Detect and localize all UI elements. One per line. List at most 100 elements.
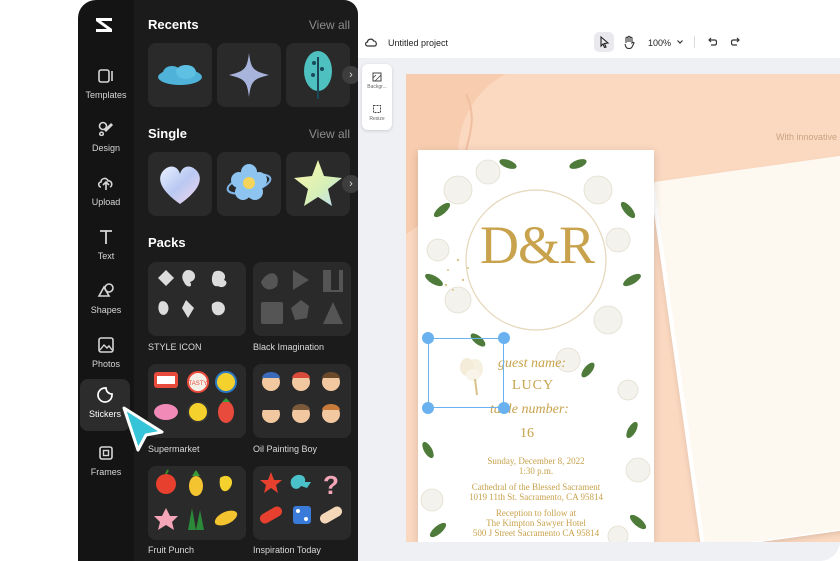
- divider: [694, 36, 695, 48]
- tagline-text: With innovative: [776, 132, 838, 142]
- text-icon: [100, 230, 112, 244]
- rail-label: Stickers: [88, 409, 121, 419]
- rail-label: Photos: [91, 359, 121, 369]
- stickers-icon: [97, 387, 113, 403]
- pack-label: Black Imagination: [253, 342, 325, 352]
- resize-handle[interactable]: [422, 332, 434, 344]
- invitation-reception: Reception to follow at: [495, 508, 577, 518]
- design-canvas[interactable]: With innovative WE SE C: [406, 74, 840, 542]
- sticker-tile[interactable]: [286, 152, 350, 216]
- svg-text:TASTY: TASTY: [189, 381, 208, 387]
- frames-icon: [99, 446, 113, 460]
- pack-label: Oil Painting Boy: [253, 444, 318, 454]
- tree-sticker-icon: [304, 51, 332, 99]
- pack-label: Fruit Punch: [148, 545, 195, 555]
- resize-icon: [373, 105, 381, 113]
- project-title[interactable]: Untitled project: [388, 38, 448, 48]
- invitation-date: Sunday, December 8, 2022: [487, 456, 585, 466]
- single-next-button[interactable]: ›: [342, 175, 358, 193]
- resize-handle[interactable]: [498, 332, 510, 344]
- rail-label: Templates: [85, 90, 127, 100]
- top-bar: Untitled project 100%: [358, 28, 840, 58]
- invitation-hotel-address: 500 J Street Sacramento CA 95814: [472, 528, 600, 538]
- sticker-tile[interactable]: [148, 152, 212, 216]
- rail-item-photos[interactable]: Photos: [78, 329, 134, 379]
- mouse-cursor-icon: [122, 406, 164, 452]
- sticker-tile[interactable]: [148, 43, 212, 107]
- resize-tool-button[interactable]: Resize: [362, 104, 392, 122]
- recents-next-button[interactable]: ›: [342, 66, 358, 84]
- undo-icon[interactable]: [706, 36, 718, 48]
- upload-icon: [97, 177, 113, 190]
- sticker-tile[interactable]: [217, 43, 281, 107]
- pack-oil-painting-boy[interactable]: [253, 364, 351, 438]
- rail-label: Design: [91, 143, 120, 153]
- rail-label: Upload: [91, 197, 121, 207]
- inspiration-today-pack-icon: ?: [259, 470, 343, 524]
- single-view-all-link[interactable]: View all: [309, 127, 350, 141]
- sticker-tile[interactable]: [217, 152, 281, 216]
- fruit-punch-pack-icon: [154, 469, 238, 530]
- black-imagination-pack-icon: [261, 270, 343, 324]
- style-icon-pack-icon: [158, 270, 227, 318]
- star-sticker-icon: [294, 160, 342, 206]
- rail-item-design[interactable]: Design: [78, 113, 134, 163]
- resize-tool-label: Resize: [369, 116, 385, 122]
- pack-style-icon[interactable]: [148, 262, 246, 336]
- pack-black-imagination[interactable]: [253, 262, 351, 336]
- rail-item-upload[interactable]: Upload: [78, 167, 134, 217]
- shapes-icon: [97, 283, 114, 297]
- redo-icon[interactable]: [730, 36, 742, 48]
- rail-item-shapes[interactable]: Shapes: [78, 275, 134, 325]
- canvas-side-tools: Backgr... Resize: [362, 64, 392, 130]
- invitation-address: 1019 11th St. Sacramento, CA 95814: [469, 492, 603, 502]
- flower-sticker-icon: [226, 164, 272, 200]
- rail-label: Frames: [90, 467, 122, 477]
- stickers-panel: Recents View all › Single View all › Pac…: [134, 0, 358, 561]
- pack-fruit-punch[interactable]: [148, 466, 246, 540]
- cloud-sync-icon[interactable]: [364, 36, 378, 48]
- left-rail: Templates Design Upload Text Shapes Phot…: [78, 0, 134, 561]
- sparkle-sticker-icon: [229, 53, 269, 97]
- pack-label: STYLE ICON: [148, 342, 202, 352]
- guest-name-value: LUCY: [512, 378, 555, 393]
- rail-item-templates[interactable]: Templates: [78, 60, 134, 110]
- background-tool-label: Backgr...: [367, 84, 387, 90]
- sticker-tile[interactable]: [286, 43, 350, 107]
- pack-inspiration-today[interactable]: ?: [253, 466, 351, 540]
- guest-name-label: guest name:: [498, 356, 567, 371]
- resize-handle[interactable]: [422, 402, 434, 414]
- monogram: D&R: [480, 215, 595, 275]
- recents-view-all-link[interactable]: View all: [309, 18, 350, 32]
- packs-title: Packs: [148, 235, 186, 250]
- rail-label: Text: [97, 251, 115, 261]
- selection-box[interactable]: [428, 338, 504, 408]
- background-icon: [372, 72, 382, 82]
- recents-title: Recents: [148, 17, 199, 32]
- background-tool-button[interactable]: Backgr...: [362, 72, 392, 90]
- oil-painting-boy-pack-icon: [262, 372, 340, 423]
- rail-item-text[interactable]: Text: [78, 221, 134, 271]
- heart-sticker-icon: [160, 166, 200, 204]
- cloud-sticker-icon: [158, 65, 202, 85]
- resize-handle[interactable]: [498, 402, 510, 414]
- single-title: Single: [148, 126, 188, 141]
- table-number-value: 16: [520, 426, 534, 441]
- invitation-time: 1:30 p.m.: [518, 466, 554, 476]
- capcut-logo-icon[interactable]: [92, 12, 118, 38]
- invitation-hotel: The Kimpton Sawyer Hotel: [486, 518, 586, 528]
- pack-label: Inspiration Today: [253, 545, 321, 555]
- zoom-level[interactable]: 100%: [648, 38, 671, 48]
- photos-icon: [98, 337, 114, 353]
- rail-label: Shapes: [90, 305, 122, 315]
- selected-flower-sticker-icon: [460, 358, 483, 396]
- chevron-down-icon[interactable]: [676, 38, 684, 46]
- hand-tool-icon[interactable]: [622, 34, 636, 50]
- design-icon: [98, 121, 114, 137]
- templates-icon: [98, 69, 113, 83]
- select-tool-button[interactable]: [594, 32, 614, 52]
- pointer-icon: [600, 35, 610, 49]
- svg-text:?: ?: [323, 470, 339, 500]
- editor-window: Templates Design Upload Text Shapes Phot…: [0, 0, 840, 561]
- invitation-venue: Cathedral of the Blessed Sacrament: [471, 482, 601, 492]
